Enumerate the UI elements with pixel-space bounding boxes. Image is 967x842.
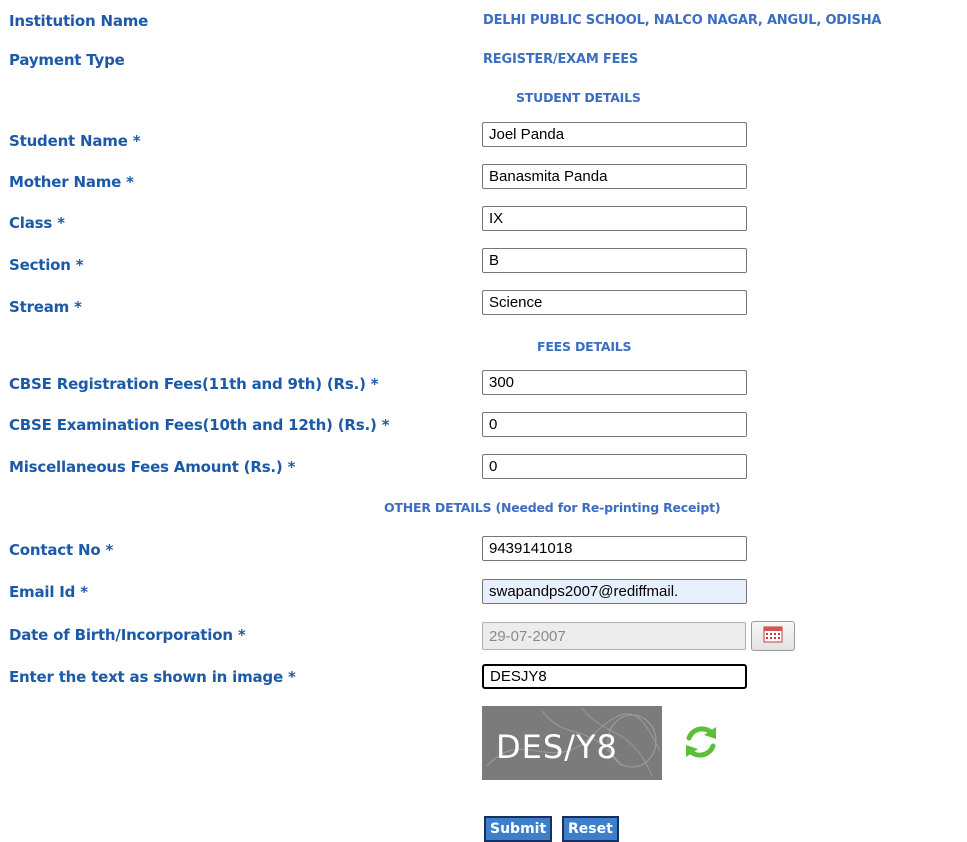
payment-type-label: Payment Type bbox=[9, 51, 125, 69]
contact-input[interactable] bbox=[482, 536, 747, 561]
examination-fees-label: CBSE Examination Fees(10th and 12th) (Rs… bbox=[9, 416, 390, 434]
mother-name-input[interactable] bbox=[482, 164, 747, 189]
other-details-heading: OTHER DETAILS (Needed for Re-printing Re… bbox=[384, 500, 721, 515]
payment-type-value: REGISTER/EXAM FEES bbox=[483, 52, 639, 67]
student-details-heading: STUDENT DETAILS bbox=[516, 90, 641, 105]
submit-button[interactable]: Submit bbox=[484, 816, 553, 842]
contact-label: Contact No * bbox=[9, 541, 114, 559]
fees-details-heading: FEES DETAILS bbox=[537, 339, 632, 354]
refresh-captcha-button[interactable] bbox=[680, 721, 722, 763]
class-input[interactable] bbox=[482, 206, 747, 231]
section-input[interactable] bbox=[482, 248, 747, 273]
student-name-label: Student Name * bbox=[9, 132, 141, 150]
email-label: Email Id * bbox=[9, 583, 88, 601]
mother-name-label: Mother Name * bbox=[9, 173, 134, 191]
captcha-image-text: DES/Y8 bbox=[496, 728, 618, 766]
calendar-icon bbox=[763, 626, 783, 643]
dob-input[interactable] bbox=[482, 622, 746, 650]
stream-label: Stream * bbox=[9, 298, 82, 316]
stream-input[interactable] bbox=[482, 290, 747, 315]
examination-fees-input[interactable] bbox=[482, 412, 747, 437]
calendar-button[interactable] bbox=[751, 621, 795, 651]
reset-button[interactable]: Reset bbox=[562, 816, 619, 842]
captcha-image: DES/Y8 bbox=[482, 706, 662, 780]
institution-value: DELHI PUBLIC SCHOOL, NALCO NAGAR, ANGUL,… bbox=[483, 13, 882, 28]
refresh-icon bbox=[686, 726, 716, 758]
captcha-label: Enter the text as shown in image * bbox=[9, 668, 296, 686]
misc-fees-input[interactable] bbox=[482, 454, 747, 479]
student-name-input[interactable] bbox=[482, 122, 747, 147]
registration-fees-input[interactable] bbox=[482, 370, 747, 395]
class-label: Class * bbox=[9, 214, 65, 232]
email-input[interactable] bbox=[482, 579, 747, 604]
dob-label: Date of Birth/Incorporation * bbox=[9, 626, 246, 644]
institution-label: Institution Name bbox=[9, 12, 149, 30]
captcha-input[interactable] bbox=[482, 664, 747, 689]
section-label: Section * bbox=[9, 256, 84, 274]
registration-fees-label: CBSE Registration Fees(11th and 9th) (Rs… bbox=[9, 375, 379, 393]
misc-fees-label: Miscellaneous Fees Amount (Rs.) * bbox=[9, 458, 296, 476]
